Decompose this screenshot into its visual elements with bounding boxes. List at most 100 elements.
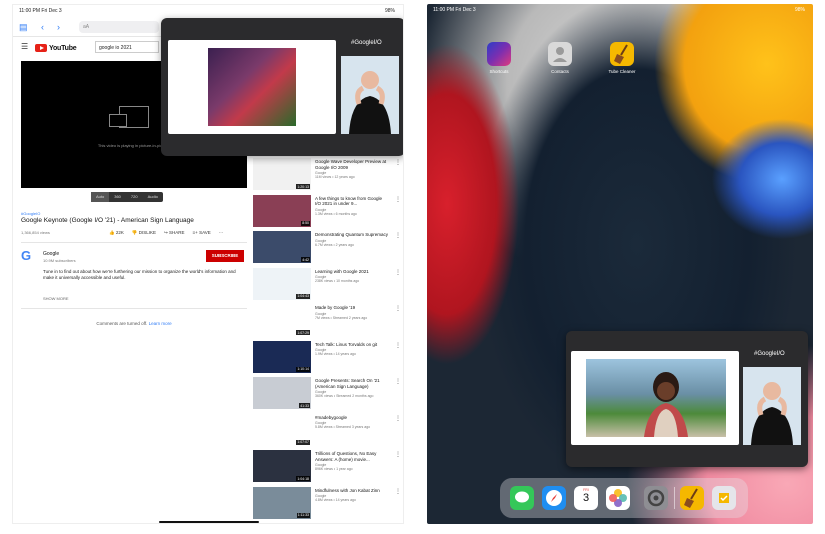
share-button[interactable]: ↪ SHARE [164, 230, 185, 236]
ipad-home-screen: 11:00 PM Fri Dec 3 98% Shortcuts Contact… [427, 4, 813, 524]
more-options-icon[interactable]: ⋮ [395, 233, 401, 239]
related-video-row[interactable]: Real Time Search EventGoogle⋮ [253, 523, 403, 524]
back-icon[interactable]: ‹ [41, 22, 44, 32]
forward-icon[interactable]: › [57, 22, 60, 32]
subscribe-button[interactable]: SUBSCRIBE [206, 250, 244, 262]
more-options-icon[interactable]: ⋮ [395, 343, 401, 349]
video-thumbnail[interactable]: 1:04:18 [253, 450, 311, 482]
related-video-info: Google Wave Developer Preview at Google … [315, 159, 389, 179]
speech-bubble-icon [515, 491, 529, 503]
related-video-row[interactable]: 1:11:33 Mindfulness with Jon Kabat Zinn Go… [253, 486, 403, 521]
tube-cleaner-app[interactable] [680, 486, 704, 510]
gear-icon [647, 489, 665, 507]
google-io-logo: #GoogleI/O [351, 40, 382, 46]
video-duration: 1:20:13 [296, 184, 310, 189]
comments-disabled: Comments are turned off. Learn more [96, 321, 172, 326]
related-video-info: #madebygoogle Google 5.8M views • Streamed… [315, 415, 389, 430]
related-video-row[interactable]: 1:04:18 Trillions of Questions, No Easy A… [253, 450, 403, 484]
video-duration: 1:07:29 [296, 330, 310, 335]
status-bar: 11:00 PM Fri Dec 3 98% [427, 4, 813, 16]
tube-cleaner-app[interactable]: Tube Cleaner [602, 42, 642, 74]
calendar-date: 3 [582, 492, 590, 504]
more-options-icon[interactable]: ⋮ [395, 379, 401, 385]
more-options-icon[interactable]: ⋮ [395, 160, 401, 166]
related-video-row[interactable]: 1:04:43 Learning with Google 2021 Google 23… [253, 267, 403, 302]
quality-auto[interactable]: Auto [91, 192, 110, 202]
youtube-logo[interactable]: YouTube [35, 43, 77, 53]
related-video-row[interactable]: 1:07:29 Made by Google '19 Google 7M views … [253, 304, 403, 338]
quality-audio[interactable]: Audio [143, 192, 163, 202]
video-thumbnail[interactable]: 1:04:43 [253, 267, 311, 300]
pip-placeholder-icon-small [109, 114, 127, 127]
video-hashtag[interactable]: #GoogleIO [21, 211, 40, 216]
related-video-meta: 5.8M views • Streamed 3 years ago [315, 425, 371, 429]
more-options-icon[interactable]: ⋮ [395, 416, 401, 422]
more-options-icon[interactable]: ⋮ [395, 489, 401, 495]
calendar-app[interactable]: FRI 3 [574, 486, 598, 510]
picture-in-picture-window[interactable]: #GoogleI/O [161, 18, 403, 156]
video-thumbnail[interactable]: 1:07:07 [253, 413, 311, 446]
video-thumbnail[interactable]: 41:33 [253, 377, 311, 409]
related-video-title: Made by Google '19 [315, 305, 356, 310]
divider [21, 242, 247, 243]
pip-video-card [168, 40, 336, 134]
save-button[interactable]: ≡+ SAVE [193, 230, 211, 236]
shortcuts-app[interactable]: Shortcuts [479, 42, 519, 74]
channel-name[interactable]: Google [43, 251, 59, 257]
sidebar-icon[interactable]: ▤ [19, 22, 28, 33]
status-time: 11:00 PM Fri Dec 3 [19, 8, 62, 14]
settings-app[interactable] [644, 486, 668, 510]
more-options-icon[interactable]: ⋮ [395, 270, 401, 276]
video-duration: 41:33 [299, 403, 310, 408]
video-thumbnail[interactable]: 4:42 [253, 231, 311, 263]
video-thumbnail[interactable]: 1:07:29 [253, 304, 311, 336]
quality-360[interactable]: 360 [109, 192, 126, 202]
home-indicator[interactable] [159, 521, 259, 523]
related-video-row[interactable]: 1:07:07 #madebygoogle Google 5.8M views • S… [253, 413, 403, 448]
video-title: Google Keynote (Google I/O '21) - Americ… [21, 217, 194, 224]
video-actions: 👍 22K 👎 DISLIKE ↪ SHARE ≡+ SAVE ⋯ [109, 230, 223, 236]
pip-video-frame [208, 48, 296, 126]
channel-avatar[interactable]: G [21, 249, 35, 263]
composite-screenshot: 11:00 PM Fri Dec 3 98% ▤ ‹ › aA ☰ YouTub… [0, 0, 825, 534]
checklist-icon [719, 493, 729, 503]
quality-720[interactable]: 720 [126, 192, 143, 202]
learn-more-link[interactable]: Learn more [149, 321, 172, 326]
ipad-split-view-youtube: 11:00 PM Fri Dec 3 98% ▤ ‹ › aA ☰ YouTub… [12, 4, 404, 524]
video-thumbnail[interactable]: 8:50 [253, 194, 311, 227]
picture-in-picture-window[interactable]: #GoogleI/O [566, 331, 808, 467]
show-more-button[interactable]: SHOW MORE [43, 296, 69, 301]
related-video-row[interactable]: 8:50 A few things to know from Google I/O… [253, 194, 403, 229]
video-thumbnail[interactable]: 1:10:14 [253, 340, 311, 373]
quality-selector: Auto 360 720 Audio [91, 192, 163, 202]
video-duration: 1:07:07 [296, 439, 310, 445]
video-thumbnail[interactable] [253, 523, 311, 524]
like-button[interactable]: 👍 22K [109, 230, 124, 236]
search-input[interactable]: google io 2021 [95, 41, 159, 53]
more-options-icon[interactable]: ⋮ [395, 452, 401, 458]
related-video-row[interactable]: 4:42 Demonstrating Quantum Supremacy Googl… [253, 231, 403, 265]
related-video-meta: 1.9M views • 14 years ago [315, 352, 356, 356]
more-icon[interactable]: ⋯ [219, 230, 224, 236]
broom-icon [610, 42, 634, 66]
status-bar: 11:00 PM Fri Dec 3 98% [13, 5, 403, 17]
related-video-row[interactable]: 41:33 Google Presents: Search On '21 (Ame… [253, 377, 403, 411]
recent-app[interactable] [712, 486, 736, 510]
related-video-row[interactable]: 1:10:14 Tech Talk: Linus Torvalds on git G… [253, 340, 403, 375]
video-thumbnail[interactable]: 1:20:13 [253, 158, 311, 190]
google-io-logo: #GoogleI/O [754, 351, 785, 357]
video-thumbnail[interactable]: 1:11:33 [253, 486, 311, 519]
menu-icon[interactable]: ☰ [21, 42, 28, 51]
photos-app[interactable] [606, 486, 630, 510]
safari-app[interactable] [542, 486, 566, 510]
dislike-button[interactable]: 👎 DISLIKE [132, 230, 156, 236]
related-video-title: Tech Talk: Linus Torvalds on git [315, 341, 378, 347]
address-bar[interactable]: aA [79, 21, 159, 33]
related-video-row[interactable]: 1:20:13 Google Wave Developer Preview at … [253, 158, 403, 192]
messages-app[interactable] [510, 486, 534, 510]
more-options-icon[interactable]: ⋮ [395, 197, 401, 203]
related-video-title: Trillions of Questions, No Easy Answers:… [315, 451, 377, 462]
contacts-app[interactable]: Contacts [540, 42, 580, 74]
more-options-icon[interactable]: ⋮ [395, 306, 401, 312]
related-video-info: Learning with Google 2021 Google 238K view… [315, 269, 389, 284]
